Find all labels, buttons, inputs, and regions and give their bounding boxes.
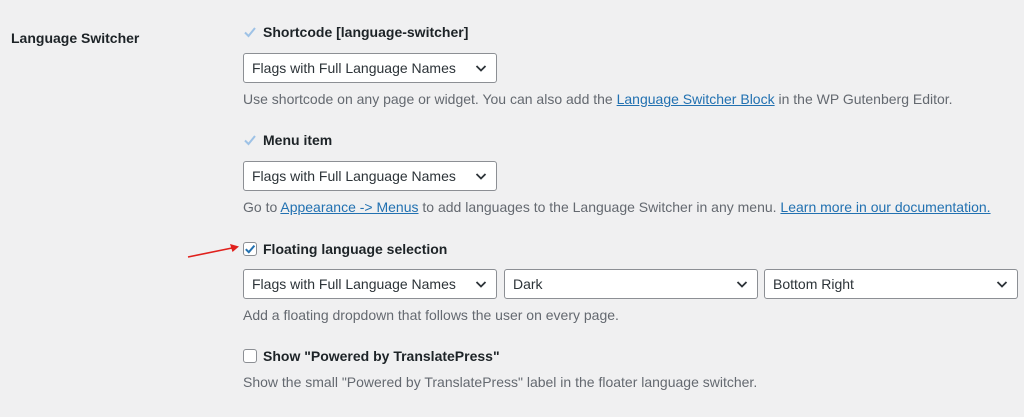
select-value: Dark [513, 276, 543, 292]
select-value: Flags with Full Language Names [252, 276, 456, 292]
floating-position-select[interactable]: Bottom Right [764, 269, 1018, 299]
shortcode-title: Shortcode [language-switcher] [263, 24, 469, 40]
appearance-menus-link[interactable]: Appearance -> Menus [280, 199, 418, 215]
checkmark-icon [245, 244, 256, 254]
chevron-down-icon [995, 277, 1009, 291]
shortcode-description: Use shortcode on any page or widget. You… [243, 91, 953, 107]
chevron-down-icon [474, 277, 488, 291]
powered-by-option: Show "Powered by TranslatePress" [243, 348, 500, 364]
menu-item-description: Go to Appearance -> Menus to add languag… [243, 199, 991, 215]
checkmark-icon [243, 25, 257, 39]
powered-by-checkbox[interactable] [243, 349, 257, 363]
desc-text: in the WP Gutenberg Editor. [774, 91, 953, 107]
floating-option: Floating language selection [243, 241, 447, 257]
desc-text: to add languages to the Language Switche… [418, 199, 781, 215]
floating-checkbox[interactable] [243, 242, 257, 256]
language-switcher-block-link[interactable]: Language Switcher Block [617, 91, 775, 107]
floating-description: Add a floating dropdown that follows the… [243, 307, 619, 323]
shortcode-style-select[interactable]: Flags with Full Language Names [243, 53, 497, 83]
floating-style-select[interactable]: Flags with Full Language Names [243, 269, 497, 299]
powered-by-description: Show the small "Powered by TranslatePres… [243, 374, 758, 390]
annotation-arrow-icon [186, 242, 242, 265]
select-value: Bottom Right [773, 276, 854, 292]
menu-item-option: Menu item [243, 132, 332, 148]
desc-text: Go to [243, 199, 281, 215]
menu-item-title: Menu item [263, 132, 333, 148]
select-value: Flags with Full Language Names [252, 60, 456, 76]
chevron-down-icon [735, 277, 749, 291]
language-switcher-label: Language Switcher [11, 30, 140, 46]
floating-theme-select[interactable]: Dark [504, 269, 758, 299]
chevron-down-icon [474, 169, 488, 183]
documentation-link[interactable]: Learn more in our documentation. [780, 199, 990, 215]
desc-text: Use shortcode on any page or widget. You… [243, 91, 617, 107]
menu-item-style-select[interactable]: Flags with Full Language Names [243, 161, 497, 191]
floating-title: Floating language selection [263, 241, 448, 257]
checkmark-icon [243, 133, 257, 147]
shortcode-option: Shortcode [language-switcher] [243, 24, 468, 40]
chevron-down-icon [474, 61, 488, 75]
select-value: Flags with Full Language Names [252, 168, 456, 184]
powered-by-title: Show "Powered by TranslatePress" [263, 348, 500, 364]
